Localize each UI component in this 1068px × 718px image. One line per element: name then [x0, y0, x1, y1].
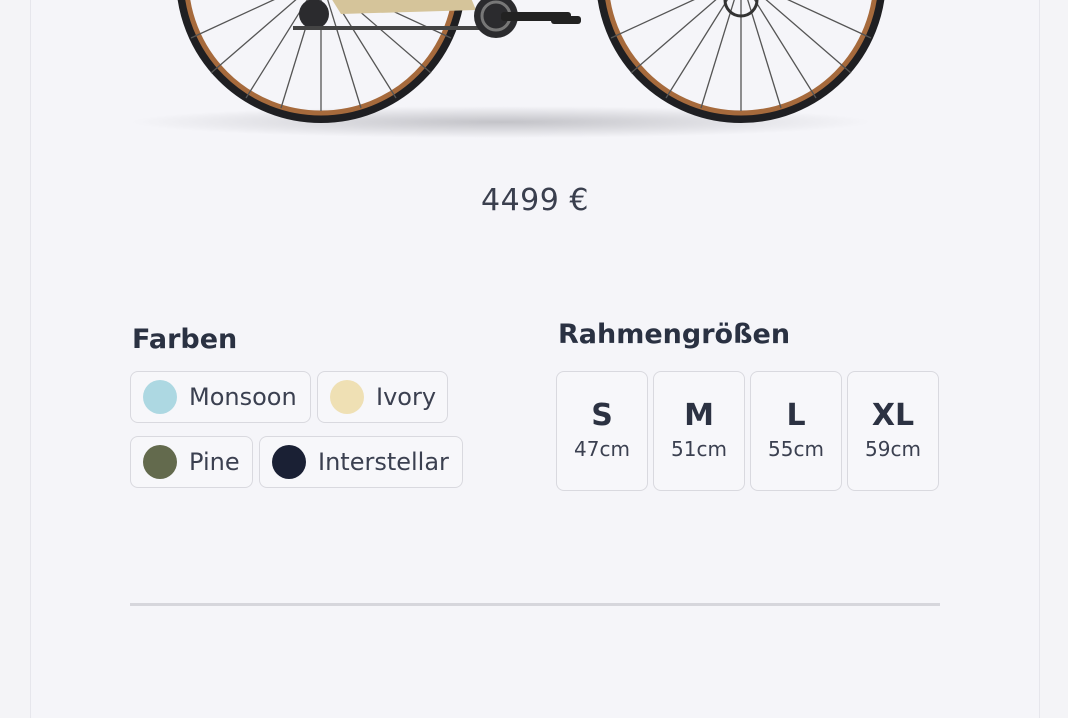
size-option-m[interactable]: M 51cm	[653, 371, 745, 491]
color-option-pine[interactable]: Pine	[130, 436, 253, 488]
size-cm: 51cm	[671, 437, 727, 461]
ivory-swatch-icon	[330, 380, 364, 414]
product-card: 4499 € Farben Monsoon Ivory Pine Interst…	[30, 0, 1040, 718]
colors-heading: Farben	[132, 324, 238, 355]
size-cm: 55cm	[768, 437, 824, 461]
color-option-label: Monsoon	[189, 383, 297, 411]
bike-frame	[293, 0, 581, 38]
front-wheel	[597, 0, 885, 123]
interstellar-swatch-icon	[272, 445, 306, 479]
size-code: S	[591, 398, 613, 433]
section-divider	[130, 603, 940, 606]
size-code: XL	[871, 398, 915, 433]
size-cm: 47cm	[574, 437, 630, 461]
color-option-interstellar[interactable]: Interstellar	[259, 436, 463, 488]
size-cm: 59cm	[865, 437, 921, 461]
size-option-xl[interactable]: XL 59cm	[847, 371, 939, 491]
size-code: M	[684, 398, 714, 433]
pine-swatch-icon	[143, 445, 177, 479]
size-option-l[interactable]: L 55cm	[750, 371, 842, 491]
color-option-label: Ivory	[376, 383, 437, 411]
size-code: L	[786, 398, 806, 433]
color-option-ivory[interactable]: Ivory	[317, 371, 448, 423]
size-option-s[interactable]: S 47cm	[556, 371, 648, 491]
color-option-label: Pine	[189, 448, 240, 476]
color-option-monsoon[interactable]: Monsoon	[130, 371, 311, 423]
color-option-label: Interstellar	[318, 448, 449, 476]
bike-image	[131, 0, 885, 138]
monsoon-swatch-icon	[143, 380, 177, 414]
product-price: 4499 €	[481, 183, 589, 218]
sizes-heading: Rahmengrößen	[558, 319, 791, 350]
